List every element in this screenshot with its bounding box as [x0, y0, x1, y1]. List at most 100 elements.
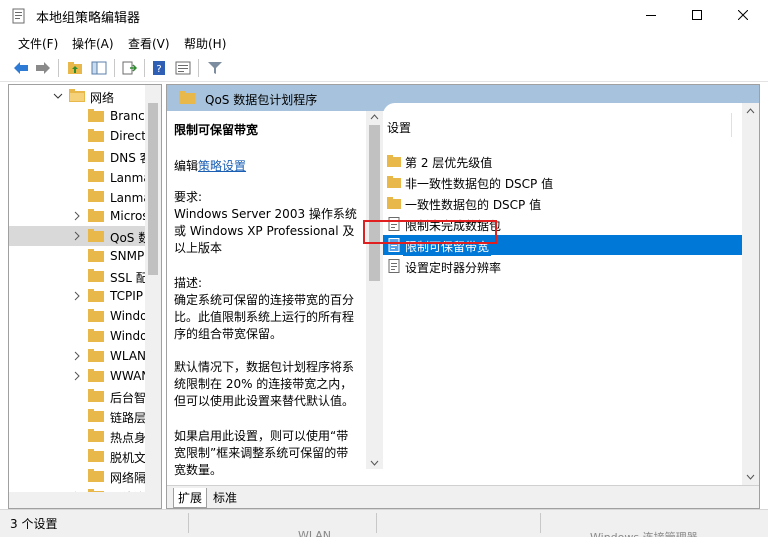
tree-horizontal-scrollbar[interactable]: [9, 492, 146, 508]
tree-label: WLAN: [110, 349, 146, 363]
tree-item[interactable]: DNS 客户端: [9, 146, 146, 166]
policy-editor-app-icon: [12, 8, 25, 24]
window-title: 本地组策略编辑器: [36, 11, 141, 26]
properties-icon: [175, 61, 191, 75]
folder-icon: [88, 129, 104, 142]
tree-item[interactable]: WWAN: [9, 366, 146, 386]
toolbar-separator: [58, 59, 59, 77]
tree-item[interactable]: Lanman 服务器: [9, 166, 146, 186]
tree-item[interactable]: WLAN: [9, 346, 146, 366]
close-button[interactable]: [720, 0, 766, 30]
tree-label: 网络: [90, 91, 115, 105]
menu-help[interactable]: 帮助(H): [184, 35, 226, 52]
folder-icon: [88, 229, 104, 242]
background-window-text: Windows 连接管理器: [590, 529, 698, 537]
folder-open-icon: [69, 89, 85, 102]
enabled-behavior-text: 如果启用此设置，则可以使用“带宽限制”框来调整系统可保留的带宽数量。: [174, 429, 349, 477]
tree-item[interactable]: 热点身: [9, 426, 146, 446]
menu-file[interactable]: 文件(F): [18, 35, 58, 52]
tree-item[interactable]: Windows: [9, 326, 146, 346]
folder-icon: [88, 149, 104, 162]
tree-item[interactable]: SNMP: [9, 246, 146, 266]
list-item-label: 非一致性数据包的 DSCP 值: [405, 177, 554, 191]
folder-icon: [387, 155, 401, 167]
requirements-text: Windows Server 2003 操作系统或 Windows XP Pro…: [174, 207, 357, 255]
maximize-icon: [692, 10, 702, 20]
back-arrow-icon: [14, 62, 28, 74]
list-item[interactable]: 非一致性数据包的 DSCP 值: [383, 172, 742, 192]
tree-item-network[interactable]: 网络: [9, 86, 146, 106]
properties-button[interactable]: [172, 58, 194, 78]
scroll-thumb[interactable]: [148, 103, 158, 275]
export-list-icon: [122, 61, 137, 75]
chevron-right-icon[interactable]: [72, 351, 82, 361]
chevron-right-icon[interactable]: [72, 231, 82, 241]
scroll-up-icon[interactable]: [370, 113, 379, 121]
up-one-level-button[interactable]: [64, 58, 86, 78]
tree-item[interactable]: TCPIP: [9, 286, 146, 306]
forward-button[interactable]: [32, 58, 54, 78]
tab-standard[interactable]: 标准: [209, 488, 241, 507]
tree-item[interactable]: 后台智能: [9, 386, 146, 406]
export-list-button[interactable]: [118, 58, 140, 78]
tree-label: 脱机文: [110, 451, 146, 465]
help-button[interactable]: ?: [148, 58, 170, 78]
menu-action[interactable]: 操作(A): [72, 35, 114, 52]
folder-icon: [88, 449, 104, 462]
tree-label: BranchCache: [110, 109, 146, 123]
details-header-title: QoS 数据包计划程序: [205, 93, 318, 107]
show-hide-tree-icon: [91, 61, 107, 75]
scroll-down-icon[interactable]: [746, 473, 755, 481]
column-header-setting[interactable]: 设置: [387, 119, 411, 136]
menu-view[interactable]: 查看(V): [128, 35, 170, 52]
list-item[interactable]: 第 2 层优先级值: [383, 151, 742, 171]
list-scrollbar[interactable]: [742, 103, 759, 485]
tree-item[interactable]: Microsoft: [9, 206, 146, 226]
tree-vertical-scrollbar[interactable]: [145, 85, 161, 508]
show-hide-tree-button[interactable]: [88, 58, 110, 78]
chevron-right-icon[interactable]: [72, 211, 82, 221]
list-item[interactable]: 一致性数据包的 DSCP 值: [383, 193, 742, 213]
tree-item[interactable]: SSL 配置: [9, 266, 146, 286]
tree-item[interactable]: BranchCache: [9, 106, 146, 126]
settings-list[interactable]: 设置 第 2 层优先级值非一致性数据包的 DSCP 值一致性数据包的 DSCP …: [383, 103, 759, 485]
view-tabs: 扩展 标准: [167, 485, 759, 508]
scroll-up-icon[interactable]: [746, 107, 755, 115]
minimize-button[interactable]: [628, 0, 674, 30]
folder-icon: [88, 429, 104, 442]
chevron-down-icon[interactable]: [53, 91, 63, 101]
toolbar: ?: [0, 54, 768, 82]
description-scrollbar[interactable]: [366, 111, 383, 469]
tree-item[interactable]: 链路层: [9, 406, 146, 426]
description-label: 描述:: [174, 276, 203, 290]
maximize-button[interactable]: [674, 0, 720, 30]
folder-icon: [88, 309, 104, 322]
tree-item[interactable]: QoS 数据包: [9, 226, 146, 246]
folder-icon: [88, 249, 104, 262]
description-text: 确定系统可保留的连接带宽的百分比。此值限制系统上运行的所有程序的组合带宽保留。: [174, 293, 355, 341]
chevron-right-icon[interactable]: [72, 371, 82, 381]
back-button[interactable]: [10, 58, 32, 78]
requirements-label: 要求:: [174, 190, 203, 204]
column-divider: [731, 113, 732, 137]
folder-icon: [88, 469, 104, 482]
tree-item[interactable]: 脱机文: [9, 446, 146, 466]
tree-item[interactable]: Windows: [9, 306, 146, 326]
scroll-thumb[interactable]: [369, 125, 380, 281]
tab-extended[interactable]: 扩展: [173, 488, 208, 508]
toolbar-separator: [198, 59, 199, 77]
chevron-right-icon[interactable]: [72, 291, 82, 301]
tree-label: SNMP: [110, 249, 145, 263]
up-folder-icon: [68, 62, 82, 74]
list-item-label: 设置定时器分辨率: [405, 261, 502, 275]
tree-label: TCPIP: [110, 289, 144, 303]
edit-policy-link[interactable]: 策略设置: [198, 159, 246, 173]
filter-button[interactable]: [204, 58, 226, 78]
folder-icon: [179, 91, 195, 104]
navigation-tree[interactable]: 网络 BranchCache DirectAccess DNS 客户端 Lanman …: [8, 84, 162, 509]
tree-item[interactable]: 网络隔: [9, 466, 146, 486]
list-item[interactable]: 设置定时器分辨率: [383, 256, 742, 276]
tree-item[interactable]: DirectAccess: [9, 126, 146, 146]
tree-item[interactable]: Lanman 工作站: [9, 186, 146, 206]
scroll-down-icon[interactable]: [370, 459, 379, 467]
